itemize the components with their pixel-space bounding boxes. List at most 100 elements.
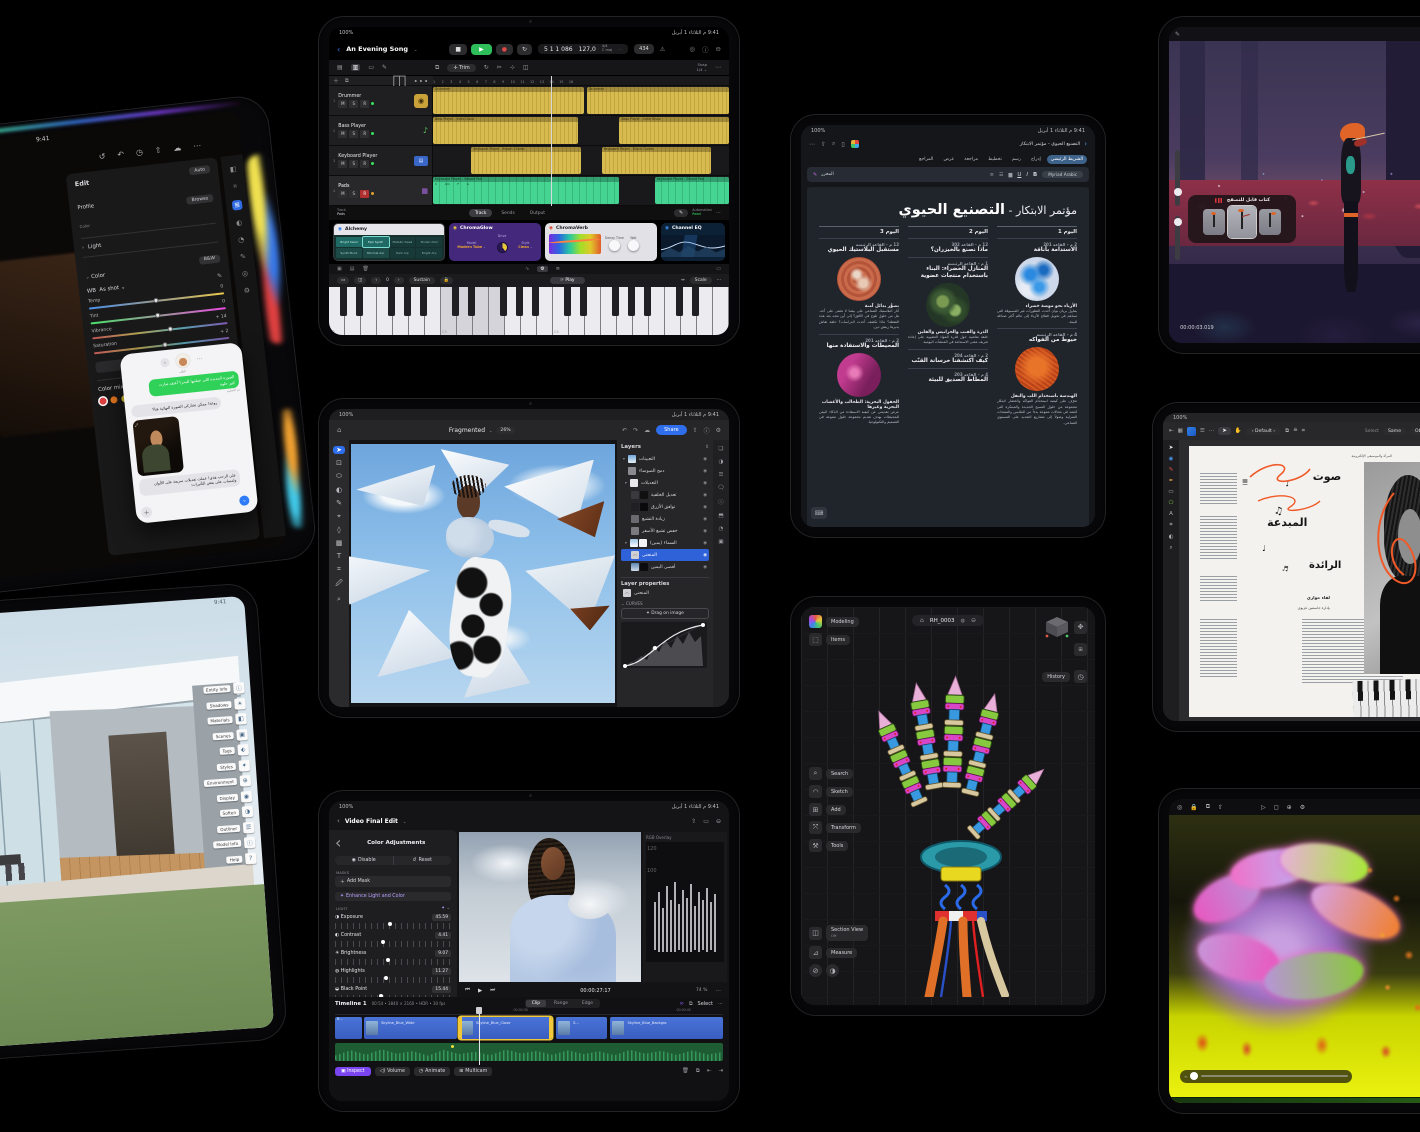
editor-icon[interactable]: ✎ [382, 64, 387, 71]
font-picker[interactable]: Myriad Arabic [1042, 171, 1083, 178]
preset-cell[interactable]: Bright Arp [416, 248, 442, 258]
more-icon[interactable]: ⋯ [1209, 428, 1215, 434]
track-header-pads[interactable]: 4 Pads MSR ▦ [329, 176, 433, 205]
layer-row[interactable]: ▾التعيينات◉ [621, 453, 709, 465]
color-mode-icon[interactable] [809, 615, 822, 628]
record-enable-button[interactable]: R [360, 130, 369, 138]
modeling-button[interactable]: Modeling [826, 617, 859, 627]
panel-environment[interactable]: Environment⊕ [204, 775, 251, 789]
document-page[interactable]: مؤتمر الابتكار - التصنيع الحيوي اليوم 1 … [807, 187, 1089, 527]
snap-control[interactable]: Snap1/4 ⌄ [696, 63, 707, 71]
ps-canvas[interactable] [349, 440, 617, 707]
revert-icon[interactable]: ↺ [98, 152, 106, 162]
gallery-icon[interactable]: ✎ [1175, 31, 1180, 38]
share-icon[interactable]: ⇧ [691, 818, 696, 825]
type-tool[interactable]: T [337, 552, 341, 560]
panel-styles[interactable]: Styles✦ [217, 760, 250, 773]
plugin-chromaverb[interactable]: ◉ChromaVerb Decay Time Wet [545, 223, 657, 261]
kb-split-icon[interactable]: ◫ [354, 277, 366, 284]
animate-button[interactable]: ◷ Animate [414, 1067, 450, 1076]
panel-soften[interactable]: Soften◑ [219, 806, 253, 819]
amp-icon[interactable]: ▣ [337, 266, 342, 272]
panel-scenes[interactable]: Scenes▣ [212, 729, 248, 742]
underline-button[interactable]: U [1017, 172, 1021, 178]
loop-tool-icon[interactable]: ↻ [484, 64, 489, 71]
scroll-down-button[interactable]: ⌄ [239, 495, 250, 506]
pads-lane[interactable]: Keyboard Player - Simple PadC Am F G Key… [433, 176, 729, 205]
drummer-lane[interactable]: Drummer Drummer [433, 86, 729, 115]
add-track-icon[interactable]: ＋ [333, 76, 339, 85]
trash-icon[interactable]: 🗑 [362, 266, 368, 272]
mute-button[interactable]: M [338, 100, 347, 108]
history-icon[interactable]: ◔ [719, 526, 724, 532]
home-icon[interactable]: ⌂ [920, 617, 924, 624]
preset-cell[interactable]: Dark Arp [390, 248, 416, 258]
brush-opacity-slider[interactable] [1175, 216, 1180, 260]
lock-icon[interactable]: 🔒 [1190, 804, 1197, 811]
plugin-channeleq[interactable]: ◉Channel EQ [661, 223, 725, 261]
back-icon[interactable]: ‹ [337, 817, 340, 825]
back-icon[interactable]: ‹ [1084, 140, 1087, 148]
preset-cell[interactable]: Metallic Swell [390, 237, 416, 247]
rect-tool[interactable]: ▭ [1168, 489, 1173, 495]
copy-icon[interactable]: ⧉ [435, 64, 439, 72]
light-section[interactable]: Light [88, 243, 102, 250]
reset-button[interactable]: ↺ Reset [394, 856, 452, 865]
render-canvas[interactable]: ≡ [1169, 815, 1420, 1103]
brush-size-slider[interactable] [1175, 150, 1180, 206]
snap-icon[interactable]: ⌗ [1302, 428, 1305, 435]
layer-row-selected[interactable]: ◠المنحنى◉ [621, 549, 709, 561]
play-mode-button[interactable]: ☞ Play [550, 277, 585, 284]
bullets-icon[interactable]: ☰ [999, 172, 1003, 178]
count-badge[interactable]: 434 [634, 44, 654, 54]
region-keys-1[interactable]: Keyboard Player - Brown Chords [471, 147, 581, 174]
browse-button[interactable]: Browse [186, 194, 213, 205]
select-tool[interactable]: ➤ [1169, 445, 1174, 451]
info-icon[interactable]: ⓘ [704, 426, 710, 435]
info-icon[interactable]: ⓘ [718, 498, 724, 506]
play-icon[interactable]: ▶ [478, 988, 482, 994]
adjustments-icon[interactable]: ◑ [719, 459, 724, 465]
more-icon[interactable]: ⋯ [193, 141, 202, 151]
edit-icon-selected[interactable]: ≣ [232, 200, 243, 211]
slider-brightness[interactable]: ☀ Brightness9.07 [335, 950, 451, 965]
back-icon[interactable]: ⇤ [1169, 428, 1174, 434]
eyedropper-tool[interactable]: 🖉 [335, 579, 342, 590]
clip-skyline-close-selected[interactable]: Skyline_Blue_Close [459, 1017, 552, 1039]
enhance-button[interactable]: ✦ Enhance Light and Color [335, 892, 451, 901]
isolate-icon[interactable]: ⊘ [809, 964, 822, 977]
layer-row[interactable]: دمج الضوضاء◉ [621, 465, 709, 477]
search-icon[interactable]: ⌕ [832, 140, 835, 148]
audio-track[interactable] [335, 1043, 723, 1061]
mixer-view-icon[interactable]: ▥ [351, 64, 361, 71]
region-drummer-2[interactable]: Drummer [587, 87, 729, 114]
bold-button[interactable]: B [1033, 172, 1037, 178]
multicam-button[interactable]: ⊞ Multicam [454, 1067, 492, 1076]
tab-range[interactable]: Range [548, 1000, 574, 1007]
stop-icon[interactable]: ◻ [1274, 804, 1279, 811]
record-enable-button[interactable]: R [360, 190, 369, 198]
curves-section-title[interactable]: CURVES [626, 601, 643, 606]
layers-tab-icon[interactable]: ❏ [719, 446, 724, 452]
orient-icon[interactable]: ✥ [1074, 621, 1087, 634]
draw-icon[interactable]: ∿ [525, 266, 529, 272]
pencil-icon[interactable]: ✎ [674, 209, 688, 217]
region-bass-2[interactable]: Bass Player - Indie Disco [619, 117, 729, 144]
play-icon[interactable]: ▷ [1261, 804, 1266, 811]
add-attachment-button[interactable]: + [141, 506, 153, 518]
region-pad-1[interactable]: Keyboard Player - Simple PadC Am F G [433, 177, 619, 204]
kb-more-icon[interactable]: ⋯ [717, 278, 721, 283]
bw-button[interactable]: B&W [198, 254, 220, 264]
text-tool[interactable]: A [1169, 511, 1173, 517]
zoom-level[interactable]: 26% [496, 427, 514, 434]
transform-tool[interactable]: ⊡ [336, 459, 342, 467]
solo-button[interactable]: S [349, 130, 358, 138]
render-scrubber[interactable]: ≡ [1180, 1070, 1352, 1083]
zoom-tool[interactable]: ⌕ [337, 595, 341, 604]
bass-lane[interactable]: Bass Player - Indie Disco Bass Player - … [433, 116, 729, 145]
record-button[interactable]: ● [496, 44, 513, 55]
clip[interactable]: B… [335, 1017, 362, 1039]
delete-icon[interactable]: 🗑 [682, 1068, 689, 1074]
masking-icon[interactable]: ◐ [236, 219, 243, 228]
panel-entity-info[interactable]: Entity Infoⓘ [203, 682, 245, 696]
